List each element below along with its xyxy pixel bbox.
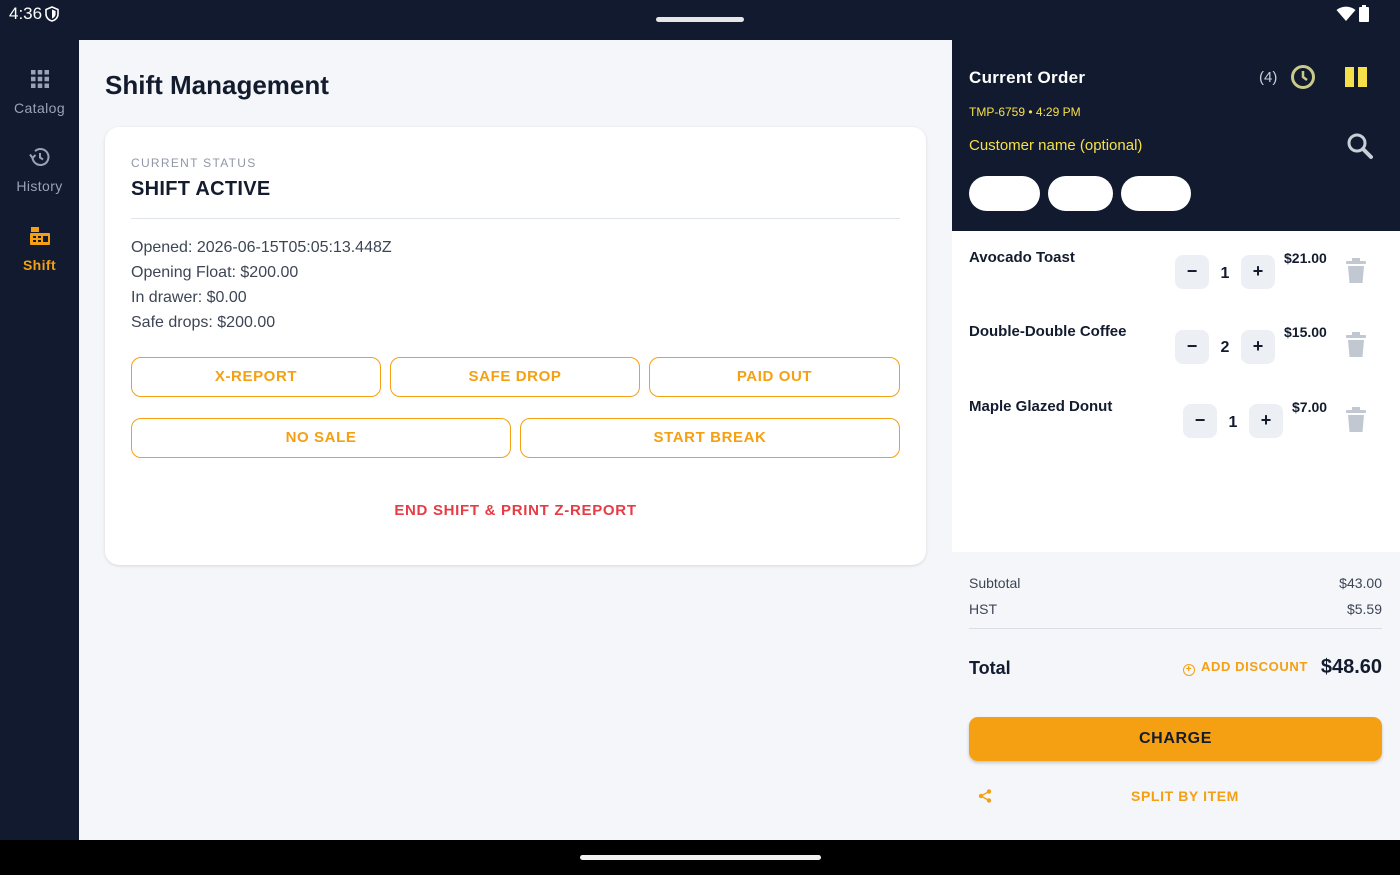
item-price: $15.00: [1284, 324, 1327, 340]
increase-qty-button[interactable]: +: [1249, 404, 1283, 438]
clock-icon[interactable]: [1290, 64, 1316, 90]
system-nav-bar: [0, 840, 1400, 875]
total-label: Total: [969, 658, 1011, 678]
shield-icon: [45, 6, 59, 22]
x-report-button[interactable]: X-REPORT: [131, 357, 381, 397]
grid-icon: [31, 70, 49, 88]
opened-at: Opened: 2026-06-15T05:05:13.448Z: [131, 239, 392, 256]
wifi-icon: [1336, 6, 1356, 21]
rail-label-catalog: Catalog: [13, 100, 66, 116]
trash-icon[interactable]: [1345, 407, 1367, 433]
decrease-qty-button[interactable]: −: [1183, 404, 1217, 438]
home-handle[interactable]: [580, 855, 821, 860]
status-overline: CURRENT STATUS: [131, 156, 257, 170]
status-bar: 4:36: [0, 0, 1400, 40]
rail-item-catalog[interactable]: Catalog: [0, 67, 79, 137]
nav-rail: Catalog History Shift: [0, 40, 79, 840]
battery-icon: [1359, 5, 1369, 22]
page-title: Shift Management: [105, 70, 329, 100]
rail-label-shift: Shift: [22, 257, 57, 273]
order-title: Current Order: [969, 68, 1086, 87]
shift-status: SHIFT ACTIVE: [131, 178, 271, 200]
item-name: Maple Glazed Donut: [969, 398, 1113, 415]
share-icon[interactable]: [978, 789, 992, 803]
pos-screen: 4:36 Catalog History Shift Shift Managem…: [0, 0, 1400, 875]
summary-divider: [969, 628, 1382, 629]
split-by-item-button[interactable]: SPLIT BY ITEM: [952, 788, 1400, 804]
status-handle: [656, 17, 744, 22]
shift-status-card: CURRENT STATUS SHIFT ACTIVE Opened: 2026…: [105, 127, 926, 565]
order-chip-2[interactable]: [1048, 176, 1113, 211]
trash-icon[interactable]: [1345, 258, 1367, 284]
item-price: $21.00: [1284, 250, 1327, 266]
order-count: (4): [1259, 69, 1278, 86]
main-content: Shift Management CURRENT STATUS SHIFT AC…: [79, 40, 952, 840]
subtotal-value: $43.00: [1339, 575, 1382, 591]
item-quantity: 1: [1220, 265, 1230, 282]
add-discount-label: ADD DISCOUNT: [1201, 659, 1308, 674]
charge-button[interactable]: CHARGE: [969, 717, 1382, 761]
paid-out-button[interactable]: PAID OUT: [649, 357, 900, 397]
order-summary: Subtotal $43.00 HST $5.59 Total + ADD DIS…: [952, 552, 1400, 840]
start-break-button[interactable]: START BREAK: [520, 418, 900, 458]
end-shift-button[interactable]: END SHIFT & PRINT Z-REPORT: [105, 502, 926, 519]
tax-label: HST: [969, 601, 997, 617]
increase-qty-button[interactable]: +: [1241, 255, 1275, 289]
plus-circle-icon: +: [1183, 664, 1195, 676]
order-header: Current Order (4) TMP-6759 • 4:29 PM Cus…: [952, 40, 1400, 231]
item-quantity: 1: [1228, 414, 1238, 431]
ticket-number: TMP-6759 • 4:29 PM: [969, 105, 1081, 119]
in-drawer: In drawer: $0.00: [131, 289, 247, 306]
order-chip-3[interactable]: [1121, 176, 1191, 211]
cash-register-icon: [30, 227, 50, 245]
rail-item-history[interactable]: History: [0, 145, 79, 215]
history-icon: [29, 148, 50, 166]
decrease-qty-button[interactable]: −: [1175, 255, 1209, 289]
item-quantity: 2: [1220, 339, 1230, 356]
rail-item-shift[interactable]: Shift: [0, 224, 79, 294]
safe-drops: Safe drops: $200.00: [131, 314, 276, 331]
customer-name-input[interactable]: Customer name (optional): [969, 137, 1142, 154]
add-discount-button[interactable]: + ADD DISCOUNT: [1183, 659, 1308, 676]
pause-icon[interactable]: [1344, 66, 1368, 88]
order-chip-1[interactable]: [969, 176, 1040, 211]
opening-float: Opening Float: $200.00: [131, 264, 299, 281]
decrease-qty-button[interactable]: −: [1175, 330, 1209, 364]
rail-label-history: History: [16, 178, 63, 194]
increase-qty-button[interactable]: +: [1241, 330, 1275, 364]
subtotal-row: Subtotal $43.00: [969, 575, 1382, 591]
total-value: $48.60: [1320, 656, 1382, 678]
item-price: $7.00: [1292, 399, 1328, 415]
subtotal-label: Subtotal: [969, 575, 1021, 591]
item-name: Double-Double Coffee: [969, 323, 1127, 340]
no-sale-button[interactable]: NO SALE: [131, 418, 511, 458]
card-divider: [131, 218, 900, 219]
tax-row: HST $5.59: [969, 601, 1382, 617]
safe-drop-button[interactable]: SAFE DROP: [390, 357, 640, 397]
search-icon[interactable]: [1346, 132, 1374, 160]
trash-icon[interactable]: [1345, 332, 1367, 358]
order-items: Avocado Toast − 1 + $21.00 Double-Double…: [952, 231, 1400, 552]
item-name: Avocado Toast: [969, 249, 1075, 266]
tax-value: $5.59: [1346, 601, 1382, 617]
status-time: 4:36: [9, 4, 43, 23]
